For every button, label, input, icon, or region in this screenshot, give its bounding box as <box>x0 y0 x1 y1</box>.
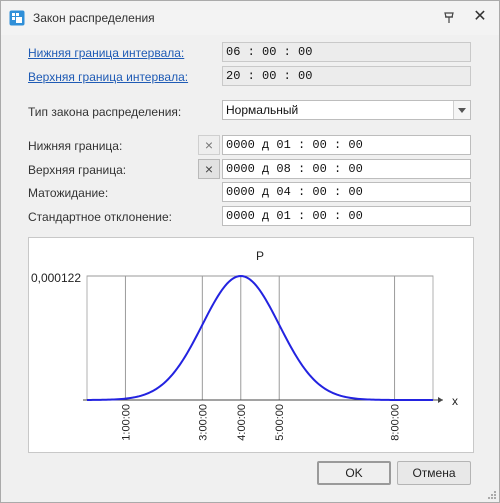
lower-interval-field: 06 : 00 : 00 <box>222 42 471 62</box>
chart-title: P <box>256 249 264 263</box>
cancel-button[interactable]: Отмена <box>397 461 471 485</box>
plot-frame <box>86 275 434 401</box>
distribution-curve <box>86 274 433 401</box>
chevron-down-icon[interactable] <box>453 101 470 119</box>
ok-button[interactable]: OK <box>317 461 391 485</box>
std-input[interactable]: 0000 д 01 : 00 : 00 <box>222 206 471 226</box>
upper-bound-label: Верхняя граница: <box>28 163 127 177</box>
clear-upper-bound-button[interactable]: × <box>198 159 220 179</box>
lower-bound-label: Нижняя граница: <box>28 139 123 153</box>
chart-panel: P 0,000122 x 1:00:00 3:00:00 4:00:00 5:00:0… <box>28 237 474 453</box>
lower-bound-input[interactable]: 0000 д 01 : 00 : 00 <box>222 135 471 155</box>
x-tick-label: 5:00:00 <box>274 404 286 441</box>
distribution-icon <box>9 10 25 26</box>
mean-label: Матожидание: <box>28 186 109 200</box>
density-chart: P 0,000122 x 1:00:00 3:00:00 4:00:00 5:00:0… <box>31 249 458 441</box>
title-bar[interactable]: Закон распределения ✕ <box>1 1 499 35</box>
x-tick-label: 1:00:00 <box>120 404 132 441</box>
x-axis-label: x <box>452 394 458 408</box>
resize-grip-icon[interactable] <box>487 490 497 500</box>
dialog-window: Закон распределения ✕ Нижняя граница инт… <box>0 0 500 503</box>
law-type-label: Тип закона распределения: <box>28 105 182 119</box>
x-axis-arrow-icon <box>438 397 443 403</box>
clear-lower-bound-button[interactable]: × <box>198 135 220 155</box>
upper-interval-field: 20 : 00 : 00 <box>222 66 471 86</box>
close-icon[interactable]: ✕ <box>471 8 489 26</box>
x-tick-label: 3:00:00 <box>197 404 209 441</box>
law-type-select[interactable]: Нормальный <box>222 100 471 120</box>
x-tick-label: 4:00:00 <box>236 404 248 441</box>
upper-interval-link[interactable]: Верхняя граница интервала: <box>28 70 188 84</box>
mean-input[interactable]: 0000 д 04 : 00 : 00 <box>222 182 471 202</box>
window-title: Закон распределения <box>33 11 155 25</box>
x-tick-label: 8:00:00 <box>390 404 402 441</box>
y-max-label: 0,000122 <box>31 271 81 285</box>
law-type-value: Нормальный <box>226 103 299 117</box>
std-label: Стандартное отклонение: <box>28 210 172 224</box>
pin-icon[interactable] <box>441 10 457 26</box>
upper-bound-input[interactable]: 0000 д 08 : 00 : 00 <box>222 159 471 179</box>
lower-interval-link[interactable]: Нижняя граница интервала: <box>28 46 184 60</box>
